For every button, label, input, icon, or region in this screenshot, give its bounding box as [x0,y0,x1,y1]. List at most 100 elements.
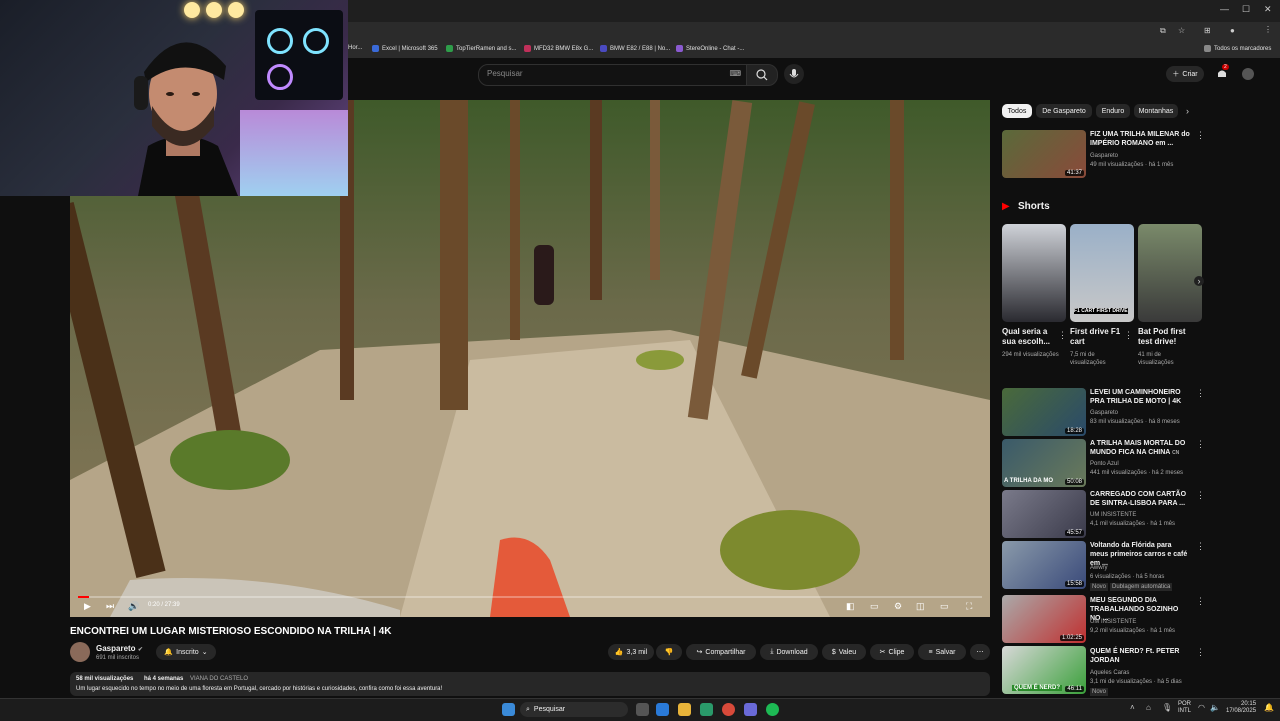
chip-mountains[interactable]: Montanhas [1134,104,1178,118]
subscribed-button[interactable]: 🔔 Inscrito ⌄ [156,644,216,660]
bookmark-item[interactable]: StereOnline - Chat -... [676,45,744,52]
video-thumbnail[interactable]: 18:28 [1002,388,1086,436]
mic-tray-icon[interactable]: 🎙 [1162,703,1172,712]
all-bookmarks[interactable]: Todos os marcadores [1204,45,1271,52]
next-icon[interactable]: ⏭ [106,601,114,612]
more-icon[interactable]: ⋮ [1196,439,1205,450]
short-title[interactable]: Qual seria a sua escolh... [1002,327,1060,347]
channel-name[interactable]: UM INSISTENTE [1090,618,1136,626]
bookmark-item[interactable]: MFD32 BMW E8x G... [524,45,593,52]
chrome-icon[interactable] [722,703,735,716]
discord-icon[interactable] [744,703,757,716]
settings-icon[interactable]: ⚙ [894,601,902,612]
profile-icon[interactable]: ● [1230,26,1235,35]
video-thumbnail[interactable]: 1:02:25 [1002,595,1086,643]
description-box[interactable]: 58 mil visualizações há 4 semanas VIANA … [70,672,990,696]
save-button[interactable]: ≡ Salvar [918,644,966,660]
channel-avatar[interactable] [70,642,90,662]
channel-name[interactable]: Gaspareto ✔ [96,644,143,653]
avatar[interactable] [1242,68,1254,80]
play-icon[interactable]: ▶ [84,601,91,612]
file-explorer-icon[interactable] [678,703,691,716]
channel-name[interactable]: UM INSISTENTE [1090,511,1136,519]
short-thumbnail[interactable] [1138,224,1202,322]
more-icon[interactable]: ⋮ [1196,647,1205,658]
channel-name[interactable]: Awwry [1090,564,1108,572]
notification-icon[interactable]: 🔔 [1264,703,1274,712]
video-title[interactable]: A TRILHA MAIS MORTAL DO MUNDO FICA NA CH… [1090,439,1190,458]
subtitles-icon[interactable]: ▭ [870,601,879,612]
notifications-button[interactable]: 2 [1214,64,1230,82]
video-thumbnail[interactable]: 41:37 [1002,130,1086,178]
more-actions-button[interactable]: ⋯ [970,644,990,660]
taskbar-search[interactable]: ⌕ Pesquisar [520,702,628,717]
more-icon[interactable]: ⋮ [1124,330,1133,341]
close-icon[interactable]: ✕ [1264,4,1272,15]
theater-icon[interactable]: ▭ [940,601,949,612]
maximize-icon[interactable]: ☐ [1242,4,1250,15]
spotify-icon[interactable] [766,703,779,716]
channel-name[interactable]: Gaspareto [1090,152,1118,160]
progress-bar[interactable] [78,596,982,598]
short-title[interactable]: Bat Pod first test drive! [1138,327,1196,347]
more-icon[interactable]: ⋮ [1058,330,1067,341]
more-icon[interactable]: ⋮ [1196,130,1205,141]
location-tag[interactable]: VIANA DO CASTELO [190,676,248,682]
video-thumbnail[interactable]: 15:58 [1002,541,1086,589]
chip-all[interactable]: Todos [1002,104,1032,118]
miniplayer-icon[interactable]: ◫ [916,601,925,612]
dislike-button[interactable]: 👎 [656,644,682,660]
bookmark-item[interactable]: BMW E82 / E88 | No... [600,45,670,52]
video-thumbnail[interactable]: A TRILHA DA MO 50:08 [1002,439,1086,487]
bookmark-item[interactable]: Excel | Microsoft 365 [372,45,438,52]
channel-name[interactable]: Ponto Azul [1090,460,1119,468]
keyboard-icon[interactable]: ⌨ [729,69,741,78]
bookmark-star-icon[interactable]: ☆ [1178,26,1185,35]
share-button[interactable]: ↪ Compartilhar [686,644,756,660]
chevron-right-icon[interactable]: › [1194,276,1204,286]
video-thumbnail[interactable]: 45:57 [1002,490,1086,538]
search-input[interactable]: Pesquisar ⌨ [478,64,748,86]
volume-icon[interactable]: 🔊 [128,601,139,612]
video-title[interactable]: FIZ UMA TRILHA MILENAR do IMPÉRIO ROMANO… [1090,130,1190,148]
extensions-icon[interactable]: ⊞ [1204,26,1211,35]
download-button[interactable]: ⤓ Download [760,644,818,660]
task-view-icon[interactable] [636,703,649,716]
chip-channel[interactable]: De Gaspareto [1036,104,1092,118]
clock[interactable]: 20:15 17/08/2025 [1226,701,1256,715]
short-title[interactable]: First drive F1 cart [1070,327,1128,347]
short-thumbnail[interactable] [1002,224,1066,322]
chevron-up-icon[interactable]: ˄ [1130,703,1135,712]
minimize-icon[interactable]: — [1220,4,1229,14]
video-thumbnail[interactable]: QUEM É NERD? 46:11 [1002,646,1086,694]
wifi-icon[interactable]: ◠ [1198,703,1205,712]
install-icon[interactable]: ⧉ [1160,26,1166,36]
channel-name[interactable]: Aqueles Caras [1090,669,1129,677]
start-icon[interactable] [502,703,515,716]
short-thumbnail[interactable]: F1 CART FIRST DRIVE [1070,224,1134,322]
like-button[interactable]: 👍 3,3 mil [608,644,654,660]
thanks-button[interactable]: $ Valeu [822,644,866,660]
menu-icon[interactable]: ⋮ [1264,25,1272,34]
video-title[interactable]: QUEM É NERD? Ft. PETER JORDAN [1090,647,1190,665]
more-icon[interactable]: ⋮ [1196,388,1205,399]
fullscreen-icon[interactable]: ⛶ [966,601,972,612]
channel-name[interactable]: Gaspareto [1090,409,1118,417]
store-icon[interactable] [700,703,713,716]
search-button[interactable] [746,64,778,86]
video-title[interactable]: CARREGADO COM CARTÃO DE SINTRA-LISBOA PA… [1090,490,1190,508]
language-indicator[interactable]: POR INTL [1178,701,1191,715]
create-button[interactable]: ＋ Criar [1166,66,1204,82]
more-icon[interactable]: ⋮ [1196,541,1205,552]
autoplay-toggle[interactable]: ◧ [846,601,855,612]
more-icon[interactable]: ⋮ [1196,490,1205,501]
copilot-icon[interactable] [656,703,669,716]
voice-search-button[interactable] [784,64,804,84]
network-icon[interactable]: ⌂ [1146,703,1151,712]
clip-button[interactable]: ✂ Clipe [870,644,914,660]
bookmark-item[interactable]: TopTierRamen and s... [446,45,516,52]
speaker-icon[interactable]: 🔈 [1210,703,1220,712]
chip-enduro[interactable]: Enduro [1096,104,1130,118]
more-icon[interactable]: ⋮ [1196,596,1205,607]
video-title[interactable]: LEVEI UM CAMINHONEIRO PRA TRILHA DE MOTO… [1090,388,1190,406]
